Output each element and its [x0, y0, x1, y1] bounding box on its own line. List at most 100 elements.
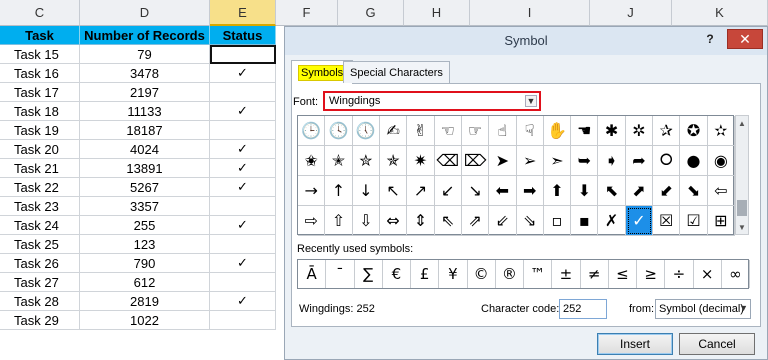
- symbol-cell[interactable]: ☑: [680, 206, 708, 236]
- symbol-cell[interactable]: ⇕: [407, 206, 435, 236]
- cell-task[interactable]: Task 24: [0, 216, 80, 235]
- recent-symbol[interactable]: Ā: [298, 260, 327, 288]
- column-header-i[interactable]: I: [470, 0, 590, 26]
- symbol-cell[interactable]: ⇨: [298, 206, 326, 236]
- symbol-cell[interactable]: ✬: [298, 146, 326, 176]
- symbol-cell[interactable]: ⬊: [680, 176, 708, 206]
- symbol-cell[interactable]: ☒: [653, 206, 681, 236]
- cell-records[interactable]: 2819: [80, 292, 210, 311]
- symbol-cell[interactable]: ⇖: [434, 206, 462, 236]
- cell-records[interactable]: 18187: [80, 121, 210, 140]
- symbol-grid-scrollbar[interactable]: ▲ ▼: [735, 115, 749, 235]
- cell-records[interactable]: 11133: [80, 102, 210, 121]
- symbol-cell[interactable]: ⊞: [707, 206, 735, 236]
- cell-status[interactable]: [210, 121, 276, 140]
- cell-records[interactable]: 13891: [80, 159, 210, 178]
- cell-status[interactable]: ✓: [210, 292, 276, 311]
- symbol-cell[interactable]: ✪: [680, 116, 708, 146]
- recent-symbol[interactable]: ®: [496, 260, 524, 288]
- symbol-cell[interactable]: 🕓: [325, 116, 353, 146]
- cell-status[interactable]: ✓: [210, 102, 276, 121]
- cancel-button[interactable]: Cancel: [679, 333, 755, 355]
- cell-records[interactable]: 255: [80, 216, 210, 235]
- cell-task[interactable]: Task 20: [0, 140, 80, 159]
- recent-symbol[interactable]: ©: [468, 260, 496, 288]
- symbol-cell[interactable]: ➤: [489, 146, 517, 176]
- symbol-cell[interactable]: ⌫: [434, 146, 462, 176]
- column-header-k[interactable]: K: [672, 0, 768, 26]
- recent-symbol[interactable]: ¥: [439, 260, 468, 288]
- symbol-cell[interactable]: ↘: [461, 176, 490, 206]
- cell-records[interactable]: 5267: [80, 178, 210, 197]
- symbol-cell[interactable]: ✯: [379, 146, 408, 176]
- cell-status[interactable]: [210, 273, 276, 292]
- scroll-down-icon[interactable]: ▼: [736, 221, 748, 233]
- recent-symbol[interactable]: £: [411, 260, 440, 288]
- symbol-cell[interactable]: ⭘: [653, 146, 681, 176]
- symbol-cell[interactable]: ✍: [379, 116, 408, 146]
- symbol-cell[interactable]: ↑: [325, 176, 353, 206]
- symbol-cell[interactable]: ▪: [571, 206, 599, 236]
- cell-task[interactable]: Task 18: [0, 102, 80, 121]
- symbol-cell[interactable]: ⬇: [571, 176, 599, 206]
- insert-button[interactable]: Insert: [597, 333, 673, 355]
- column-header-c[interactable]: C: [0, 0, 80, 26]
- symbol-cell[interactable]: ✷: [407, 146, 435, 176]
- recent-symbol[interactable]: ×: [694, 260, 722, 288]
- cell-task[interactable]: Task 22: [0, 178, 80, 197]
- symbol-cell[interactable]: ▫: [543, 206, 572, 236]
- recent-symbols-grid[interactable]: Ā ¯ ∑ € £ ¥ © ® ™ ± ≠ ≤ ≥ ÷ × ∞: [297, 259, 750, 289]
- symbol-cell[interactable]: ⬋: [653, 176, 681, 206]
- cell-records[interactable]: 3478: [80, 64, 210, 83]
- symbol-cell[interactable]: ✌: [407, 116, 435, 146]
- symbol-cell[interactable]: ✱: [598, 116, 626, 146]
- chevron-down-icon[interactable]: ▼: [739, 303, 748, 313]
- cell-status[interactable]: [210, 311, 276, 330]
- header-records[interactable]: Number of Records: [80, 26, 210, 45]
- font-dropdown[interactable]: Wingdings ▼: [323, 91, 541, 111]
- cell-records[interactable]: 2197: [80, 83, 210, 102]
- cell-task[interactable]: Task 17: [0, 83, 80, 102]
- cell-records[interactable]: 1022: [80, 311, 210, 330]
- symbol-cell[interactable]: ✭: [325, 146, 353, 176]
- cell-records[interactable]: 790: [80, 254, 210, 273]
- cell-task[interactable]: Task 29: [0, 311, 80, 330]
- symbol-cell[interactable]: ➧: [598, 146, 626, 176]
- cell-status[interactable]: ✓: [210, 159, 276, 178]
- cell-records[interactable]: 3357: [80, 197, 210, 216]
- cell-task[interactable]: Task 16: [0, 64, 80, 83]
- close-button[interactable]: ✕: [727, 29, 763, 49]
- symbol-cell[interactable]: ✋: [543, 116, 572, 146]
- recent-symbol[interactable]: ±: [552, 260, 581, 288]
- char-code-input[interactable]: 252: [559, 299, 607, 319]
- header-task[interactable]: Task: [0, 26, 80, 45]
- symbol-cell[interactable]: ⇘: [516, 206, 544, 236]
- column-header-g[interactable]: G: [338, 0, 404, 26]
- symbol-cell[interactable]: ●: [680, 146, 708, 176]
- scroll-thumb[interactable]: [737, 200, 747, 216]
- cell-records[interactable]: 612: [80, 273, 210, 292]
- symbol-cell[interactable]: ➡: [516, 176, 544, 206]
- cell-task[interactable]: Task 21: [0, 159, 80, 178]
- symbol-cell[interactable]: 🕔: [352, 116, 380, 146]
- symbol-cell[interactable]: ➣: [543, 146, 572, 176]
- symbol-cell[interactable]: ⇗: [461, 206, 490, 236]
- column-header-d[interactable]: D: [80, 0, 210, 26]
- cell-task[interactable]: Task 26: [0, 254, 80, 273]
- cell-task[interactable]: Task 19: [0, 121, 80, 140]
- symbol-cell[interactable]: ↗: [407, 176, 435, 206]
- symbol-cell[interactable]: ✰: [653, 116, 681, 146]
- cell-records[interactable]: 4024: [80, 140, 210, 159]
- symbol-grid[interactable]: 🕒 🕓 🕔 ✍ ✌ ☜ ☞ ☝ ☟ ✋ ☚ ✱ ✲ ✰ ✪ ✫ ✬ ✭ ✮ ✯ ✷ ⌫ ⌦ ➤ ➢ ➣ ➥ ➧ ➦ ⭘ ● ◉ → ↑ ↓ ↖ ↗ ↙ ↘ ⬅…: [297, 115, 735, 236]
- symbol-cell[interactable]: ➦: [625, 146, 654, 176]
- symbol-cell[interactable]: →: [298, 176, 326, 206]
- symbol-cell[interactable]: ✲: [625, 116, 654, 146]
- dialog-titlebar[interactable]: Symbol ? ✕: [285, 27, 767, 55]
- recent-symbol[interactable]: ™: [524, 260, 553, 288]
- symbol-cell[interactable]: ☚: [571, 116, 599, 146]
- cell-status[interactable]: ✓: [210, 254, 276, 273]
- chevron-down-icon[interactable]: ▼: [525, 95, 537, 107]
- symbol-cell[interactable]: ✮: [352, 146, 380, 176]
- symbol-cell[interactable]: ↓: [352, 176, 380, 206]
- symbol-cell[interactable]: ✗: [598, 206, 626, 236]
